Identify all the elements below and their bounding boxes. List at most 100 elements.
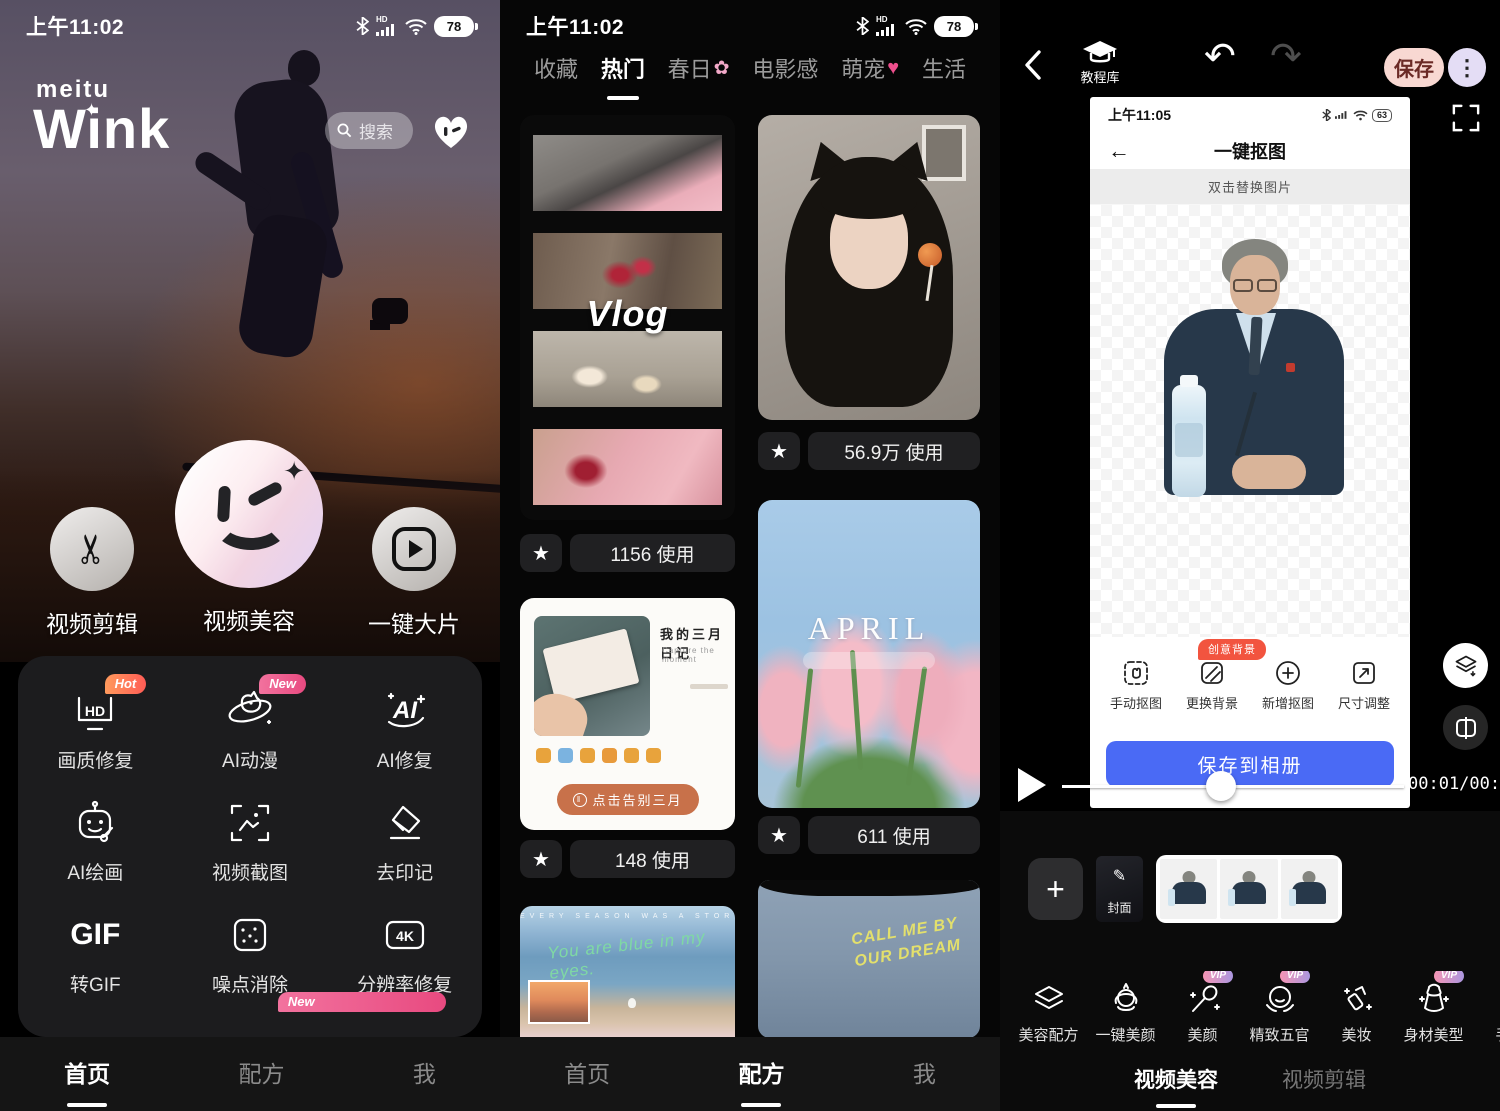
- wink-logo-icon[interactable]: [430, 112, 472, 150]
- tab-life[interactable]: 生活: [922, 52, 966, 84]
- nav-home[interactable]: 首页: [564, 1055, 610, 1093]
- tab-hot[interactable]: 热门: [601, 52, 645, 84]
- use-template-button[interactable]: 148 使用: [570, 840, 735, 878]
- add-clip-button[interactable]: +: [1028, 858, 1083, 920]
- partial-circle-icon: [1493, 971, 1500, 1017]
- layers-button[interactable]: [1443, 643, 1488, 688]
- search-placeholder: 搜索: [359, 118, 393, 143]
- replace-background-button[interactable]: 更换背景: [1186, 659, 1238, 712]
- diary-cta-button[interactable]: ‖ 点击告别三月: [556, 784, 698, 815]
- quick-action-one-tap-film[interactable]: 一键大片: [368, 507, 460, 639]
- signal-icon: HD: [876, 16, 898, 36]
- template-card-april-tulips[interactable]: APRIL: [758, 500, 980, 808]
- tool-quality-repair[interactable]: Hot HD 画质修复: [18, 672, 173, 784]
- tool-partial-1[interactable]: ☽: [18, 1008, 173, 1037]
- tab-video-beauty[interactable]: 视频美容: [1134, 1064, 1218, 1094]
- favorite-button[interactable]: ★: [758, 816, 800, 854]
- toolbar-beauty-recipe[interactable]: 美容配方: [1010, 971, 1087, 1059]
- video-preview-canvas[interactable]: 上午11:05 63 ← 一键抠图 双击替换图片: [1090, 97, 1410, 808]
- search-icon: [337, 123, 352, 138]
- tab-video-edit[interactable]: 视频剪辑: [1282, 1064, 1366, 1094]
- graduation-cap-icon: [1082, 40, 1118, 66]
- diary-note-placeholder: [690, 684, 728, 689]
- editor-bottom-area: + ✎ 封面 美容配方 一键美颜: [1000, 811, 1500, 1111]
- template-card-vlog[interactable]: Vlog: [520, 115, 735, 520]
- tab-pets[interactable]: 萌宠♥: [841, 52, 899, 84]
- kebab-icon: ⋮: [1456, 55, 1478, 81]
- clips-row: + ✎ 封面: [1028, 855, 1342, 923]
- toolbar-manual-partial[interactable]: 手动: [1472, 971, 1500, 1059]
- plus-icon: +: [1046, 871, 1065, 908]
- status-bar: 上午11:02 HD 78: [0, 8, 500, 44]
- svg-text:4K: 4K: [396, 928, 414, 944]
- resize-icon: [1350, 659, 1378, 687]
- template-card-march-diary[interactable]: 我的三月日记 Capture the moment ‖ 点击告别三月: [520, 598, 735, 830]
- template-card-dream[interactable]: CALL ME BY OUR DREAM: [758, 880, 980, 1038]
- save-button[interactable]: 保存: [1384, 48, 1444, 87]
- scrubber-handle[interactable]: [1206, 771, 1236, 801]
- fullscreen-button[interactable]: [1452, 104, 1480, 137]
- tool-ai-anime[interactable]: New AI动漫: [173, 672, 328, 784]
- play-square-icon: [392, 527, 436, 571]
- back-arrow-icon[interactable]: ←: [1108, 138, 1130, 164]
- cutout-subject-man[interactable]: [1148, 239, 1356, 539]
- video-clip-filmstrip[interactable]: [1156, 855, 1342, 923]
- status-bar: 上午11:02 HD 78: [500, 8, 1000, 44]
- template-feed-screen: 上午11:02 HD 78 收藏 热门 春日✿ 电影感 萌宠♥ 生活: [500, 0, 1000, 1111]
- search-input[interactable]: 搜索: [325, 112, 413, 149]
- undo-button[interactable]: ↶: [1204, 38, 1236, 76]
- beach-script-text: You are blue in my eyes.: [546, 924, 735, 983]
- tutorial-library-button[interactable]: 教程库: [1062, 40, 1138, 86]
- tool-ai-paint[interactable]: AI绘画: [18, 784, 173, 896]
- toolbar-one-tap-beauty[interactable]: 一键美颜: [1087, 971, 1164, 1059]
- favorite-button[interactable]: ★: [520, 840, 562, 878]
- compare-button[interactable]: [1443, 705, 1488, 750]
- nav-recipes[interactable]: 配方: [238, 1055, 284, 1093]
- bluetooth-icon: [1322, 109, 1331, 121]
- nav-recipes[interactable]: 配方: [738, 1055, 784, 1093]
- toolbar-refined-features[interactable]: VIP 精致五官: [1241, 971, 1318, 1059]
- toolbar-body-shape[interactable]: VIP 身材美型: [1395, 971, 1472, 1059]
- nav-me[interactable]: 我: [913, 1055, 936, 1093]
- add-cutout-button[interactable]: 新增抠图: [1262, 659, 1314, 712]
- nav-home[interactable]: 首页: [64, 1055, 110, 1093]
- redo-button[interactable]: ↷: [1270, 38, 1302, 76]
- wifi-icon: [905, 18, 927, 35]
- circle-plus-icon: [1274, 659, 1302, 687]
- manual-cutout-button[interactable]: 手动抠图: [1110, 659, 1162, 712]
- cover-thumbnail[interactable]: ✎ 封面: [1096, 856, 1143, 922]
- favorite-button[interactable]: ★: [758, 432, 800, 470]
- template-card-beach[interactable]: EVERY SEASON WAS A STORY You are blue in…: [520, 906, 735, 1056]
- tool-remove-watermark[interactable]: 去印记: [327, 784, 482, 896]
- toolbar-makeup[interactable]: 美妆: [1318, 971, 1395, 1059]
- status-time: 上午11:02: [26, 11, 124, 41]
- cutout-canvas[interactable]: [1090, 205, 1410, 637]
- more-menu-button[interactable]: ⋮: [1448, 48, 1486, 87]
- use-template-button[interactable]: 1156 使用: [570, 534, 735, 572]
- tool-partial-2[interactable]: [173, 1008, 328, 1037]
- use-template-button[interactable]: 611 使用: [808, 816, 980, 854]
- tool-to-gif[interactable]: GIF 转GIF: [18, 896, 173, 1008]
- quick-action-video-edit[interactable]: ✂ 视频剪辑: [46, 507, 138, 639]
- back-button[interactable]: [1022, 48, 1044, 87]
- toolbar-beauty[interactable]: VIP 美颜: [1164, 971, 1241, 1059]
- tab-spring[interactable]: 春日✿: [668, 52, 730, 84]
- save-to-album-button[interactable]: 保存到相册: [1106, 741, 1394, 787]
- quick-action-video-beauty[interactable]: ✦ 视频美容: [175, 440, 323, 636]
- favorite-button[interactable]: ★: [520, 534, 562, 572]
- pause-icon: ‖: [572, 793, 586, 807]
- lipstick-icon: [1339, 971, 1375, 1017]
- nav-me[interactable]: 我: [413, 1055, 436, 1093]
- tool-video-screenshot[interactable]: 视频截图: [173, 784, 328, 896]
- play-button[interactable]: [1018, 768, 1046, 802]
- use-template-button[interactable]: 56.9万 使用: [808, 432, 980, 470]
- tab-favorites[interactable]: 收藏: [534, 52, 578, 84]
- svg-text:HD: HD: [85, 703, 105, 719]
- template-actions: ★ 1156 使用: [520, 534, 735, 572]
- tab-cinematic[interactable]: 电影感: [752, 52, 818, 84]
- template-card-cat-ears-girl[interactable]: [758, 115, 980, 420]
- seagull: [628, 998, 636, 1008]
- resize-button[interactable]: 尺寸调整: [1338, 659, 1390, 712]
- tool-partial-3[interactable]: [327, 1008, 482, 1037]
- tool-ai-repair[interactable]: AI AI修复: [327, 672, 482, 784]
